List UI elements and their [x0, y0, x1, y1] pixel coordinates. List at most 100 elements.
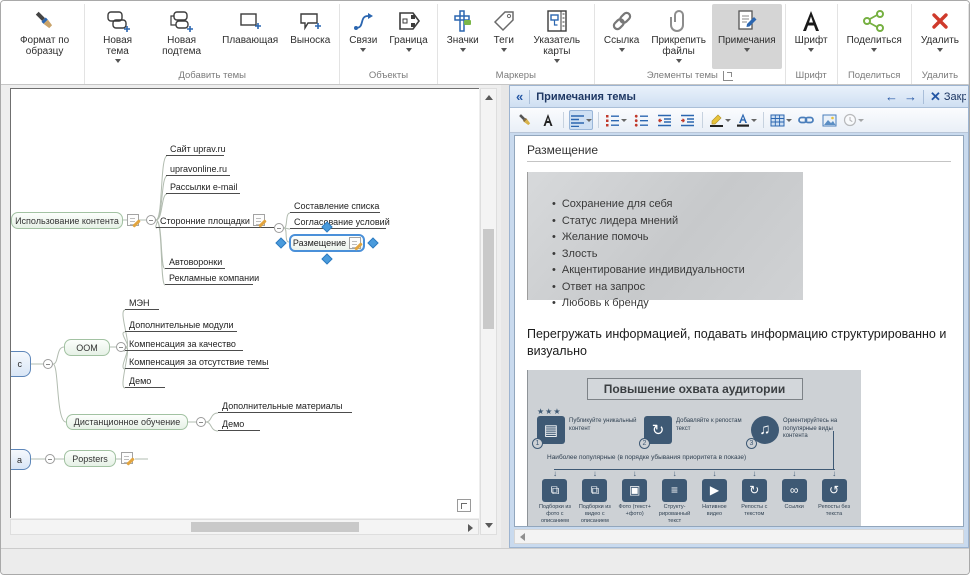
floating-topic-icon [237, 8, 263, 34]
share-icon [861, 8, 887, 34]
boundary-button[interactable]: Граница [383, 4, 433, 69]
topic-popsters[interactable]: Popsters [64, 450, 116, 467]
topic-site[interactable]: Сайт uprav.ru [166, 141, 224, 156]
scroll-left-icon[interactable] [520, 533, 525, 541]
topic-upravonline[interactable]: upravonline.ru [166, 161, 230, 176]
connector-line [554, 469, 835, 470]
topic-main-partial-a[interactable]: а [10, 449, 31, 470]
prev-note-icon[interactable]: ← [885, 90, 898, 103]
notes-editor[interactable]: Размещение Сохранение для себя Статус ли… [514, 135, 964, 527]
notes-button[interactable]: Примечания [712, 4, 782, 69]
delete-button[interactable]: Удалить [915, 4, 965, 69]
map-canvas[interactable]: Использование контента Сайт uprav.ru upr… [10, 88, 479, 518]
decrease-indent-button[interactable] [654, 110, 674, 130]
collapse-toggle[interactable] [146, 215, 156, 225]
map-horizontal-scrollbar[interactable] [10, 519, 479, 535]
links-icon [350, 8, 376, 34]
floating-topic-button[interactable]: Плавающая [216, 4, 284, 69]
font-color-button[interactable] [735, 110, 758, 130]
topic-demo-2[interactable]: Демо [218, 416, 260, 431]
map-vertical-scrollbar[interactable] [480, 88, 497, 535]
next-note-icon[interactable]: → [904, 90, 917, 103]
topic-funnels[interactable]: Автоворонки [165, 254, 225, 269]
topic-comp-quality[interactable]: Компенсация за качество [125, 336, 243, 351]
topic-usage[interactable]: Использование контента [11, 212, 123, 229]
tags-button[interactable]: Теги [485, 4, 523, 69]
collapse-toggle[interactable] [43, 359, 53, 369]
topic-oom[interactable]: ООМ [64, 339, 110, 356]
scroll-up-icon[interactable] [485, 95, 493, 100]
new-subtopic-label: Новая подтема [153, 35, 210, 57]
numbered-list-button[interactable] [604, 110, 628, 130]
insert-link-button[interactable] [796, 110, 816, 130]
collapse-toggle[interactable] [196, 417, 206, 427]
notes-horizontal-scrollbar[interactable] [514, 529, 964, 544]
topic-men[interactable]: МЭН [125, 295, 159, 310]
topic-list-building[interactable]: Составление списка [290, 198, 380, 213]
font-dropdown-caret [808, 48, 814, 52]
insert-table-button[interactable] [769, 110, 793, 130]
note-paragraph: Перегружать информацией, подавать информ… [527, 326, 951, 360]
bullet-item: Сохранение для себя [552, 196, 803, 213]
collapse-toggle[interactable] [274, 223, 284, 233]
topic-main-partial-c[interactable]: с [10, 351, 31, 377]
align-button[interactable] [569, 110, 593, 130]
topic-placement-selected[interactable]: Размещение [289, 234, 365, 252]
vertical-scroll-thumb[interactable] [483, 229, 494, 329]
icons-button[interactable]: Значки [441, 4, 485, 69]
item-label: Подборки из фото с описанием [535, 504, 575, 525]
links-button[interactable]: Связи [343, 4, 383, 69]
collapse-panel-icon[interactable]: « [516, 90, 523, 103]
repost-no-text-icon: ↺ [822, 479, 847, 502]
topic-comp-absence[interactable]: Компенсация за отсутствие темы [125, 354, 269, 369]
topic-modules[interactable]: Дополнительные модули [125, 317, 237, 332]
topic-distance-learning[interactable]: Дистанционное обучение [66, 414, 188, 430]
insert-image-button[interactable] [819, 110, 839, 130]
topic-materials[interactable]: Дополнительные материалы [218, 398, 352, 413]
notes-format-painter-button[interactable] [515, 110, 535, 130]
increase-indent-button[interactable] [677, 110, 697, 130]
scroll-down-icon[interactable] [485, 523, 493, 528]
share-button[interactable]: Поделиться [841, 4, 908, 69]
font-button[interactable]: Шрифт [789, 4, 834, 69]
note-icon[interactable] [127, 214, 139, 226]
notes-font-dialog-button[interactable] [538, 110, 558, 130]
bullet-list-button[interactable] [631, 110, 651, 130]
attach-files-dropdown-caret [676, 59, 682, 63]
insert-datetime-button[interactable] [842, 110, 865, 130]
note-icon[interactable] [121, 452, 133, 464]
note-icon[interactable] [349, 237, 361, 249]
bullet-list-icon [634, 114, 649, 127]
new-subtopic-button[interactable]: Новая подтема [147, 4, 216, 69]
horizontal-scroll-thumb[interactable] [191, 522, 359, 532]
down-arrow-icon: ↓ [792, 469, 796, 478]
topic-email[interactable]: Рассылки e-mail [166, 179, 240, 194]
note-embedded-image-bullets[interactable]: Сохранение для себя Статус лидера мнений… [527, 172, 803, 300]
hyperlink-button[interactable]: Ссылка [598, 4, 645, 69]
fit-map-button[interactable] [457, 499, 471, 512]
new-topic-button[interactable]: Новая тема [88, 4, 147, 69]
item-label: Фото (текст+ +фото) [615, 504, 655, 518]
image-icon [822, 114, 837, 127]
format-painter-button[interactable]: Формат по образцу [8, 4, 81, 69]
scroll-right-icon[interactable] [468, 524, 473, 532]
collapse-toggle[interactable] [45, 454, 55, 464]
new-topic-icon [105, 8, 131, 34]
topic-third-party[interactable]: Сторонние площадки [156, 213, 274, 228]
highlight-color-button[interactable] [708, 110, 732, 130]
note-title: Размещение [527, 143, 951, 157]
note-title-rule [527, 161, 951, 162]
topic-demo-1[interactable]: Демо [125, 373, 165, 388]
map-index-button[interactable]: Указатель карты [523, 4, 591, 69]
attach-files-button[interactable]: Прикрепить файлы [645, 4, 712, 69]
topic-elements-dialog-launcher-icon[interactable] [723, 71, 733, 81]
topic-ads[interactable]: Рекламные компании [165, 270, 253, 285]
boundary-dropdown-caret [406, 48, 412, 52]
note-embedded-infographic[interactable]: Повышение охвата аудитории ▤★★★1 Публику… [527, 370, 861, 527]
callout-button[interactable]: Выноска [284, 4, 336, 69]
close-panel-button[interactable]: ✕ Закрыть [930, 90, 966, 103]
infographic-step: ↻2 Добавляйте к репостам текст [644, 416, 745, 444]
topic-terms[interactable]: Согласование условий [290, 214, 386, 229]
note-icon[interactable] [253, 214, 265, 226]
topic-ads-label: Рекламные компании [169, 273, 259, 283]
